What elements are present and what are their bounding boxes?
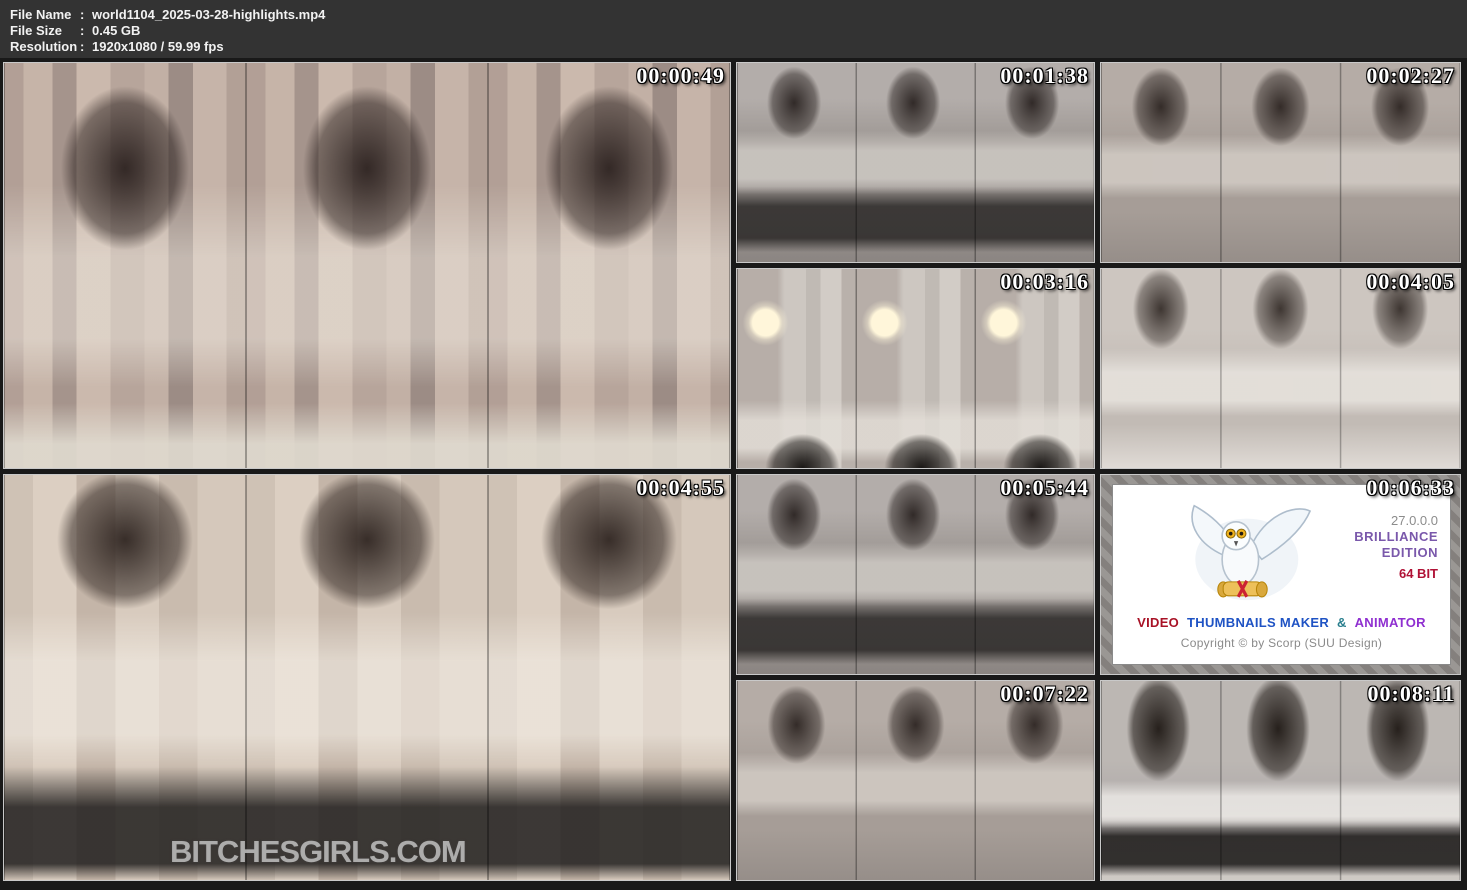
file-name-value: world1104_2025-03-28-highlights.mp4 [92,7,325,22]
video-thumbnail-6: 00:04:55 BITCHESGIRLS.COM [3,474,731,881]
splash-edition-line2: EDITION [1354,545,1438,561]
splash-copyright: Copyright © by Scorp (SUU Design) [1113,636,1450,650]
file-name-label: File Name [10,7,80,23]
file-size-colon: : [80,23,92,39]
splash-title-video: VIDEO [1137,615,1179,630]
file-size-value: 0.45 GB [92,23,140,38]
file-size-label: File Size [10,23,80,39]
file-name-colon: : [80,7,92,23]
timestamp-overlay: 00:06:33 [1366,475,1455,501]
video-thumbnail-5: 00:04:05 [1100,268,1461,469]
video-thumbnail-4: 00:03:16 [736,268,1095,469]
file-info-header: File Name:world1104_2025-03-28-highlight… [0,0,1467,58]
timestamp-overlay: 00:01:38 [1000,63,1089,89]
resolution-label: Resolution [10,39,80,55]
file-name-row: File Name:world1104_2025-03-28-highlight… [10,7,1467,23]
video-thumbnail-10: 00:08:11 [1100,680,1461,881]
timestamp-overlay: 00:04:55 [636,475,725,501]
video-thumbnail-9: 00:07:22 [736,680,1095,881]
owl-logo-icon [1165,495,1320,613]
splash-version-block: 27.0.0.0 BRILLIANCE EDITION 64 BIT [1354,513,1438,582]
splash-title-ampersand: & [1337,615,1347,630]
splash-version: 27.0.0.0 [1354,513,1438,529]
vtm-splash-panel: 27.0.0.0 BRILLIANCE EDITION 64 BIT VIDEO… [1112,484,1451,665]
splash-edition-line1: BRILLIANCE [1354,529,1438,545]
site-watermark: BITCHESGIRLS.COM [170,834,466,870]
splash-app-title: VIDEO THUMBNAILS MAKER & ANIMATOR [1113,615,1450,630]
resolution-row: Resolution:1920x1080 / 59.99 fps [10,39,1467,55]
resolution-value: 1920x1080 / 59.99 fps [92,39,224,54]
video-thumbnail-7: 00:05:44 [736,474,1095,675]
timestamp-overlay: 00:03:16 [1000,269,1089,295]
file-size-row: File Size:0.45 GB [10,23,1467,39]
video-thumbnail-3: 00:02:27 [1100,62,1461,263]
timestamp-overlay: 00:04:05 [1366,269,1455,295]
splash-title-thumbnails-maker: THUMBNAILS MAKER [1187,615,1329,630]
timestamp-overlay: 00:02:27 [1366,63,1455,89]
video-thumbnail-1: 00:00:49 [3,62,731,469]
timestamp-overlay: 00:05:44 [1000,475,1089,501]
timestamp-overlay: 00:07:22 [1000,681,1089,707]
video-thumbnail-2: 00:01:38 [736,62,1095,263]
timestamp-overlay: 00:00:49 [636,63,725,89]
resolution-colon: : [80,39,92,55]
video-thumbnail-8-splash: 00:06:33 27.0.0.0 BRILLIANCE [1100,474,1461,675]
timestamp-overlay: 00:08:11 [1368,681,1455,707]
splash-bitness: 64 BIT [1354,566,1438,582]
thumbnail-grid: 00:00:49 00:01:38 00:02:27 00:03:16 00:0… [3,62,1461,881]
splash-title-animator: ANIMATOR [1355,615,1426,630]
